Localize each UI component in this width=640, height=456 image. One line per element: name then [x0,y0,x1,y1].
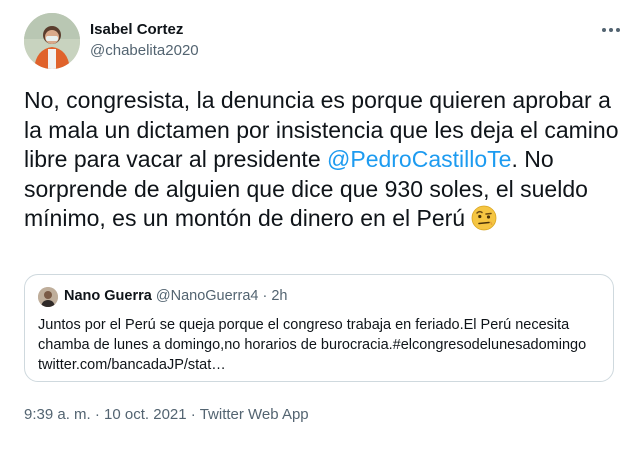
quoted-tweet-header: Nano Guerra @NanoGuerra4 · 2h [64,288,288,304]
tweet-time[interactable]: 9:39 a. m. [24,406,91,423]
author-avatar[interactable] [24,13,80,69]
meta-separator-2: · [190,406,196,423]
quoted-author-name[interactable]: Nano Guerra [64,288,152,304]
author-name[interactable]: Isabel Cortez [90,21,183,38]
quoted-author-handle[interactable]: @NanoGuerra4 [156,288,259,304]
quoted-author-photo [38,287,58,307]
mention-link[interactable]: @PedroCastilloTe [327,146,511,172]
author-photo [24,13,80,69]
tweet-card: Isabel Cortez @chabelita2020 No, congres… [0,0,640,456]
tweet-metadata: 9:39 a. m. · 10 oct. 2021 · Twitter Web … [24,406,309,423]
quoted-time[interactable]: 2h [271,288,287,304]
author-handle[interactable]: @chabelita2020 [90,42,199,59]
more-options-icon[interactable] [599,20,623,40]
quoted-tweet-text: Juntos por el Perú se queja porque el co… [38,317,587,373]
quoted-author-avatar[interactable] [38,287,58,307]
face-with-raised-eyebrow-icon [471,205,497,239]
quoted-tweet[interactable]: Nano Guerra @NanoGuerra4 · 2h Juntos por… [24,274,614,382]
tweet-text: No, congresista, la denuncia es porque q… [24,86,630,239]
meta-separator: · [94,406,100,423]
tweet-date[interactable]: 10 oct. 2021 [104,406,187,423]
quoted-separator: · [262,288,268,304]
source-app-link[interactable]: Twitter Web App [200,406,309,423]
